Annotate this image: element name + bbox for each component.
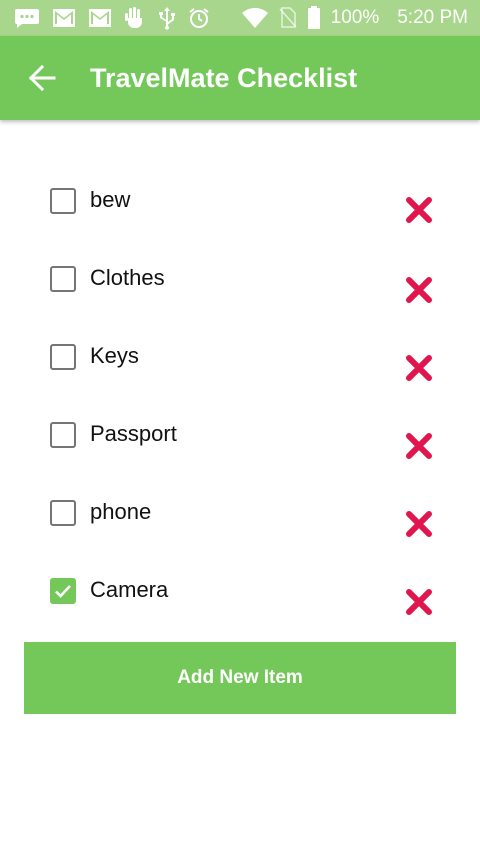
gmail-icon	[52, 8, 76, 28]
delete-button[interactable]	[402, 507, 436, 541]
item-label: Clothes	[90, 265, 165, 290]
list-item: Keys	[0, 331, 480, 409]
delete-button[interactable]	[402, 429, 436, 463]
battery-percent: 100%	[330, 7, 380, 28]
item-label: Keys	[90, 343, 139, 368]
no-sim-icon	[279, 7, 297, 29]
item-checkbox[interactable]	[50, 500, 76, 526]
notification-icons	[14, 6, 210, 30]
gmail-icon	[88, 8, 112, 28]
checklist: bew Clothes Keys Passport phone Camera	[0, 175, 480, 643]
delete-button[interactable]	[402, 585, 436, 619]
clock: 5:20 PM	[397, 7, 468, 28]
close-icon	[404, 431, 434, 461]
usb-icon	[158, 6, 176, 30]
list-item: bew	[0, 175, 480, 253]
close-icon	[404, 275, 434, 305]
page-title: TravelMate Checklist	[90, 62, 358, 93]
delete-button[interactable]	[402, 193, 436, 227]
delete-button[interactable]	[402, 273, 436, 307]
close-icon	[404, 353, 434, 383]
alarm-icon	[188, 7, 210, 29]
item-checkbox[interactable]	[50, 422, 76, 448]
item-checkbox[interactable]	[50, 578, 76, 604]
item-label: phone	[90, 499, 152, 524]
battery-icon	[307, 6, 321, 30]
item-checkbox[interactable]	[50, 344, 76, 370]
add-new-item-button[interactable]: Add New Item	[24, 642, 456, 714]
list-item: Camera	[0, 565, 480, 643]
gesture-icon	[124, 6, 146, 30]
back-button[interactable]	[14, 50, 70, 106]
close-icon	[404, 195, 434, 225]
status-bar: 100% 5:20 PM	[0, 0, 480, 36]
arrow-left-icon	[28, 65, 56, 91]
list-item: Passport	[0, 409, 480, 487]
item-checkbox[interactable]	[50, 266, 76, 292]
item-label: bew	[90, 187, 131, 212]
item-label: Passport	[90, 421, 177, 446]
close-icon	[404, 587, 434, 617]
check-icon	[55, 585, 71, 598]
item-label: Camera	[90, 577, 169, 602]
item-checkbox[interactable]	[50, 188, 76, 214]
message-icon	[14, 7, 40, 29]
delete-button[interactable]	[402, 351, 436, 385]
app-bar: TravelMate Checklist	[0, 36, 480, 120]
list-item: Clothes	[0, 253, 480, 331]
close-icon	[404, 509, 434, 539]
wifi-icon	[241, 7, 269, 29]
list-item: phone	[0, 487, 480, 565]
